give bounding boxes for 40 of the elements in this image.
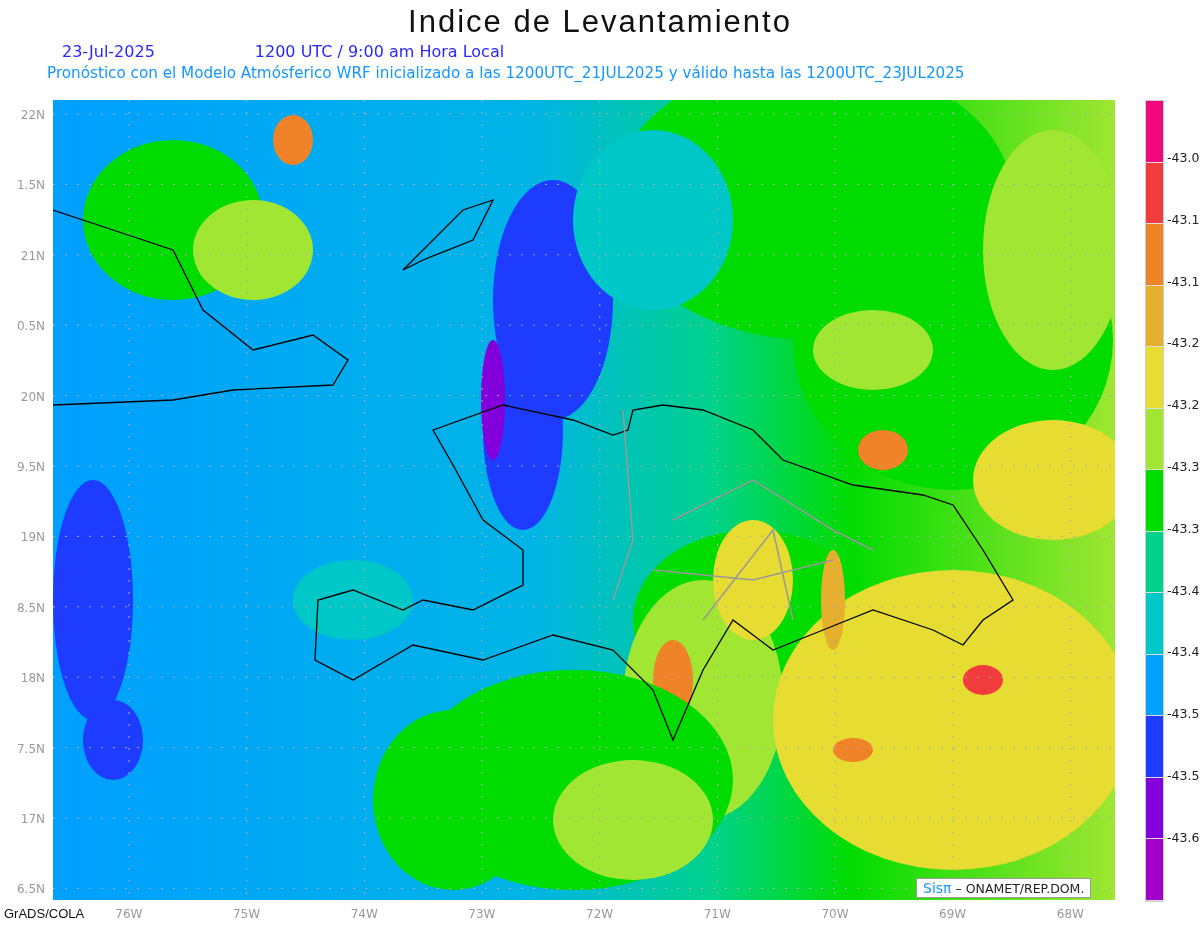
forecast-time: 1200 UTC / 9:00 am Hora Local <box>254 42 505 63</box>
colorbar-label: -43.3 <box>1166 459 1200 474</box>
software-label: GrADS/COLA <box>3 904 86 923</box>
credit-label: – ONAMET/REP.DOM. <box>955 881 1085 896</box>
colorbar-label: -43.5 <box>1166 767 1200 783</box>
longitude-label: 70W <box>821 906 849 921</box>
brand-label: Sisπ <box>923 880 952 896</box>
colorbar-label: -43.4 <box>1166 582 1200 598</box>
colorbar-label: -43.2 <box>1166 335 1200 351</box>
chart-subtitle: Pronóstico con el Modelo Atmósferico WRF inicializado a las 1200UTC_21JUL2025 y válido hasta las 1200UTC_23JUL2025 <box>46 64 966 82</box>
latitude-label: 18N <box>20 671 45 686</box>
longitude-label: 68W <box>1056 906 1084 921</box>
latitude-label: 20N <box>20 389 45 404</box>
latitude-label: 7.5N <box>16 741 45 756</box>
forecast-date: 23-Jul-2025 <box>62 42 155 63</box>
colorbar-label: -43.4 <box>1166 644 1200 660</box>
longitude-label: 69W <box>939 906 967 921</box>
longitude-label: 75W <box>232 906 261 921</box>
colorbar-label: -43.1 <box>1166 273 1200 289</box>
chart-title: Indice de Levantamiento <box>407 3 793 41</box>
longitude-label: 71W <box>703 906 731 921</box>
latitude-label: 17N <box>20 811 45 826</box>
longitude-label: 73W <box>468 906 496 921</box>
colorbar-label: -43.0 <box>1166 150 1200 165</box>
colorbar-label: -43.5 <box>1166 706 1200 722</box>
latitude-label: 21N <box>20 248 45 263</box>
latitude-label: 19N <box>20 530 45 545</box>
latitude-label: 1.5N <box>16 178 45 193</box>
latitude-label: 0.5N <box>16 319 45 334</box>
longitude-label: 74W <box>350 906 378 921</box>
colorbar-label: -43.6 <box>1166 829 1200 845</box>
colorbar-label: -43.2 <box>1166 397 1200 413</box>
latitude-label: 6.5N <box>16 882 45 897</box>
latitude-label: 8.5N <box>16 600 45 615</box>
longitude-label: 76W <box>115 906 143 921</box>
longitude-label: 72W <box>586 906 614 921</box>
colorbar-label: -43.1 <box>1166 211 1200 227</box>
colorbar-label: -43.3 <box>1166 520 1200 536</box>
latitude-label: 9.5N <box>16 459 45 474</box>
latitude-label: 22N <box>20 108 45 122</box>
